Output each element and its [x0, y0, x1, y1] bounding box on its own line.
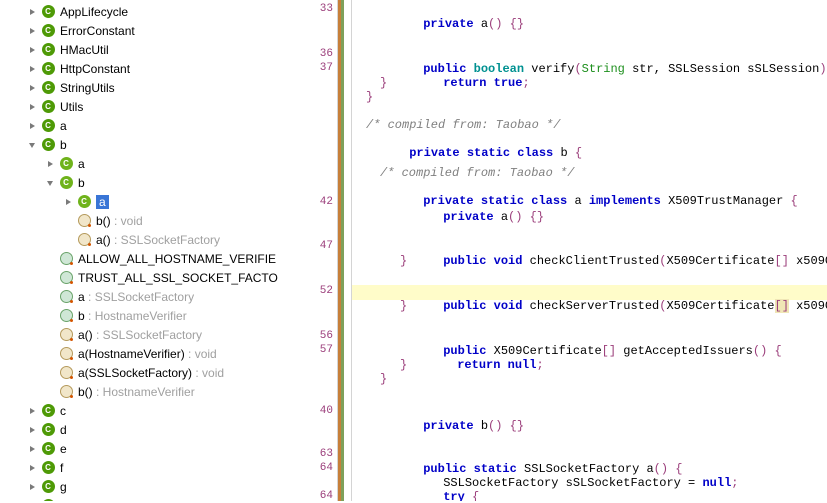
tree-item[interactable]: CHMacUtil [0, 40, 310, 59]
class-icon: C [40, 498, 56, 502]
expand-toggle-icon[interactable] [26, 443, 38, 455]
expand-toggle-icon[interactable] [26, 405, 38, 417]
expand-toggle-icon[interactable] [26, 82, 38, 94]
field-icon [58, 251, 74, 267]
tree-item[interactable]: b() : void [0, 211, 310, 230]
method-icon [58, 346, 74, 362]
expand-toggle-icon[interactable] [26, 120, 38, 132]
tree-item[interactable]: a : SSLSocketFactory [0, 287, 310, 306]
field-icon [58, 308, 74, 324]
line-number: 42 [320, 196, 333, 208]
class-icon: C [40, 137, 56, 153]
tree-item[interactable]: a() : SSLSocketFactory [0, 325, 310, 344]
tree-item[interactable]: Cg [0, 477, 310, 496]
class-icon: C [40, 118, 56, 134]
line-number: 64 [320, 462, 333, 474]
class-icon: C [40, 422, 56, 438]
inner-class-icon: C [58, 156, 74, 172]
line-number: 56 [320, 330, 333, 342]
class-icon: C [40, 80, 56, 96]
tree-item[interactable]: a() : SSLSocketFactory [0, 230, 310, 249]
comment: /* compiled from: Taobao */ [366, 118, 560, 132]
tree-item[interactable]: Ca [0, 154, 310, 173]
expand-toggle-icon[interactable] [26, 424, 38, 436]
method-icon [76, 213, 92, 229]
tree-item[interactable]: b : HostnameVerifier [0, 306, 310, 325]
field-icon [58, 289, 74, 305]
tree-item[interactable]: Ca [0, 116, 310, 135]
expand-toggle-icon[interactable] [26, 6, 38, 18]
expand-toggle-icon[interactable] [26, 462, 38, 474]
inner-class-icon: C [58, 175, 74, 191]
expand-toggle-icon[interactable] [26, 481, 38, 493]
class-icon: C [40, 42, 56, 58]
line-number-gutter: 33 36 37 42 47 52 56 57 40 63 64 64 [310, 0, 338, 501]
tree-item[interactable]: CErrorConstant [0, 21, 310, 40]
expand-toggle-icon[interactable] [44, 158, 56, 170]
tree-item[interactable]: Cf [0, 458, 310, 477]
tree-item[interactable]: CUtils [0, 97, 310, 116]
line-number: 33 [320, 3, 333, 15]
tree-item[interactable]: Cb [0, 135, 310, 154]
class-icon: C [40, 441, 56, 457]
class-icon: C [40, 99, 56, 115]
keyword: private [423, 17, 473, 31]
tree-item[interactable]: Ch [0, 496, 310, 501]
tree-item[interactable]: Cb [0, 173, 310, 192]
tree-item[interactable]: CAppLifecycle [0, 2, 310, 21]
method-icon [58, 384, 74, 400]
tree-item[interactable]: a(HostnameVerifier) : void [0, 344, 310, 363]
line-number: 64 [320, 490, 333, 502]
tree-item[interactable]: Ce [0, 439, 310, 458]
field-icon [58, 270, 74, 286]
line-number: 52 [320, 285, 333, 297]
tree-item[interactable]: ALLOW_ALL_HOSTNAME_VERIFIE [0, 249, 310, 268]
tree-item[interactable]: Ca [0, 192, 310, 211]
expand-toggle-icon[interactable] [26, 44, 38, 56]
tree-item[interactable]: CStringUtils [0, 78, 310, 97]
line-number: 47 [320, 240, 333, 252]
tree-item[interactable]: Cc [0, 401, 310, 420]
highlighted-line[interactable]: public void checkServerTrusted(X509Certi… [352, 285, 827, 300]
line-number: 63 [320, 448, 333, 460]
method-icon [76, 232, 92, 248]
line-number: 37 [320, 62, 333, 74]
tree-item[interactable]: b() : HostnameVerifier [0, 382, 310, 401]
package-tree[interactable]: CAppLifecycleCErrorConstantCHMacUtilCHtt… [0, 0, 310, 501]
tree-item[interactable]: a(SSLSocketFactory) : void [0, 363, 310, 382]
class-icon: C [40, 479, 56, 495]
line-number: 57 [320, 344, 333, 356]
tree-item[interactable]: Cd [0, 420, 310, 439]
expand-toggle-icon[interactable] [26, 25, 38, 37]
editor-margin [338, 0, 352, 501]
line-number: 40 [320, 405, 333, 417]
code-editor[interactable]: private a() {} public boolean verify(Str… [352, 0, 827, 501]
expand-toggle-icon[interactable] [26, 101, 38, 113]
class-icon: C [40, 460, 56, 476]
class-icon: C [40, 23, 56, 39]
class-icon: C [40, 61, 56, 77]
expand-toggle-icon[interactable] [26, 63, 38, 75]
tree-item[interactable]: CHttpConstant [0, 59, 310, 78]
expand-toggle-icon[interactable] [62, 196, 74, 208]
line-number: 36 [320, 48, 333, 60]
tree-item[interactable]: TRUST_ALL_SSL_SOCKET_FACTO [0, 268, 310, 287]
class-icon: C [40, 403, 56, 419]
inner-class-icon: C [76, 194, 92, 210]
expand-toggle-icon[interactable] [26, 139, 38, 151]
method-icon [58, 327, 74, 343]
expand-toggle-icon[interactable] [44, 177, 56, 189]
method-icon [58, 365, 74, 381]
class-icon: C [40, 4, 56, 20]
